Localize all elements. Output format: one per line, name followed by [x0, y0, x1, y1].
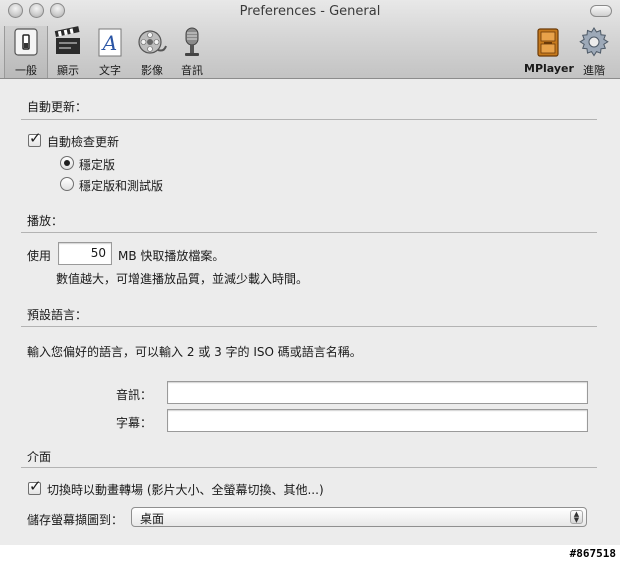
- switch-icon: [14, 28, 38, 56]
- cache-hint-text: 數值越大，可增進播放品質，並減少載入時間。: [56, 272, 309, 286]
- text-icon: A: [98, 28, 122, 57]
- stable-version-label: 穩定版: [79, 158, 116, 172]
- subtitle-language-field[interactable]: [167, 409, 588, 432]
- toolbar-label-advanced: 進階: [583, 64, 605, 77]
- animate-transitions-label: 切換時以動畫轉場 (影片大小、全螢幕切換、其他...): [47, 483, 324, 497]
- stable-version-radio[interactable]: [60, 156, 74, 170]
- radio-selected-dot: [64, 160, 70, 166]
- section-title-language: 預設語言：: [27, 308, 88, 322]
- use-label: 使用: [27, 249, 52, 263]
- toolbar-item-mplayer[interactable]: MPlayer: [524, 26, 574, 78]
- section-title-playback: 播放：: [27, 214, 64, 228]
- toolbar-item-text[interactable]: A 文字: [90, 26, 130, 78]
- mplayer-icon: [537, 28, 559, 57]
- popup-arrows-icon: ▲ ▼: [570, 510, 583, 524]
- auto-check-updates-checkbox[interactable]: ✓: [28, 129, 42, 147]
- toolbar-label-general: 一般: [15, 64, 37, 77]
- toolbar-item-general[interactable]: 一般: [4, 26, 48, 78]
- stable-and-beta-radio[interactable]: [60, 177, 74, 191]
- cache-size-field[interactable]: 50: [58, 242, 112, 265]
- toolbar-label-mplayer: MPlayer: [524, 62, 574, 75]
- toolbar-label-video: 影像: [141, 64, 163, 77]
- toolbar-item-display[interactable]: 顯示: [48, 26, 88, 78]
- microphone-icon: [185, 27, 199, 56]
- section-divider: [21, 232, 597, 233]
- stable-and-beta-label: 穩定版和測試版: [79, 179, 164, 193]
- language-description: 輸入您偏好的語言，可以輸入 2 或 3 字的 ISO 碼或語言名稱。: [27, 345, 362, 359]
- audio-language-label: 音訊：: [116, 388, 153, 402]
- toolbar-item-advanced[interactable]: 進階: [576, 26, 612, 78]
- auto-check-updates-label: 自動檢查更新: [47, 135, 120, 149]
- window-title: Preferences - General: [239, 4, 381, 19]
- title-bar: Preferences - General 一般 顯示 A 文字 影像 音訊 M…: [0, 0, 620, 79]
- checkmark-icon: ✓: [29, 477, 42, 495]
- toolbar-toggle-button[interactable]: [590, 5, 612, 17]
- watermark-text: #867518: [569, 547, 616, 560]
- preferences-window: Preferences - General 一般 顯示 A 文字 影像 音訊 M…: [0, 0, 620, 545]
- animate-transitions-checkbox[interactable]: ✓: [28, 477, 42, 495]
- toolbar-label-display: 顯示: [57, 64, 79, 77]
- film-reel-icon: [138, 30, 167, 54]
- screenshot-location-label: 儲存螢幕擷圖到：: [27, 513, 124, 527]
- cache-unit-label: MB 快取播放檔案。: [118, 249, 225, 263]
- section-divider: [21, 326, 597, 327]
- section-divider: [21, 467, 597, 468]
- svg-text:A: A: [101, 31, 117, 55]
- section-divider: [21, 119, 597, 120]
- section-title-interface: 介面: [27, 450, 52, 464]
- toolbar-item-audio[interactable]: 音訊: [172, 26, 212, 78]
- screenshot-location-value: 桌面: [140, 512, 165, 526]
- toolbar-item-video[interactable]: 影像: [132, 26, 172, 78]
- toolbar-label-audio: 音訊: [181, 64, 203, 77]
- subtitle-language-label: 字幕：: [116, 416, 153, 430]
- section-title-updates: 自動更新：: [27, 100, 88, 114]
- screenshot-location-popup[interactable]: 桌面 ▲ ▼: [131, 507, 587, 527]
- gear-icon: [579, 27, 609, 57]
- checkmark-icon: ✓: [29, 129, 42, 147]
- audio-language-field[interactable]: [167, 381, 588, 404]
- clapperboard-icon: [54, 26, 80, 54]
- toolbar-label-text: 文字: [99, 64, 121, 77]
